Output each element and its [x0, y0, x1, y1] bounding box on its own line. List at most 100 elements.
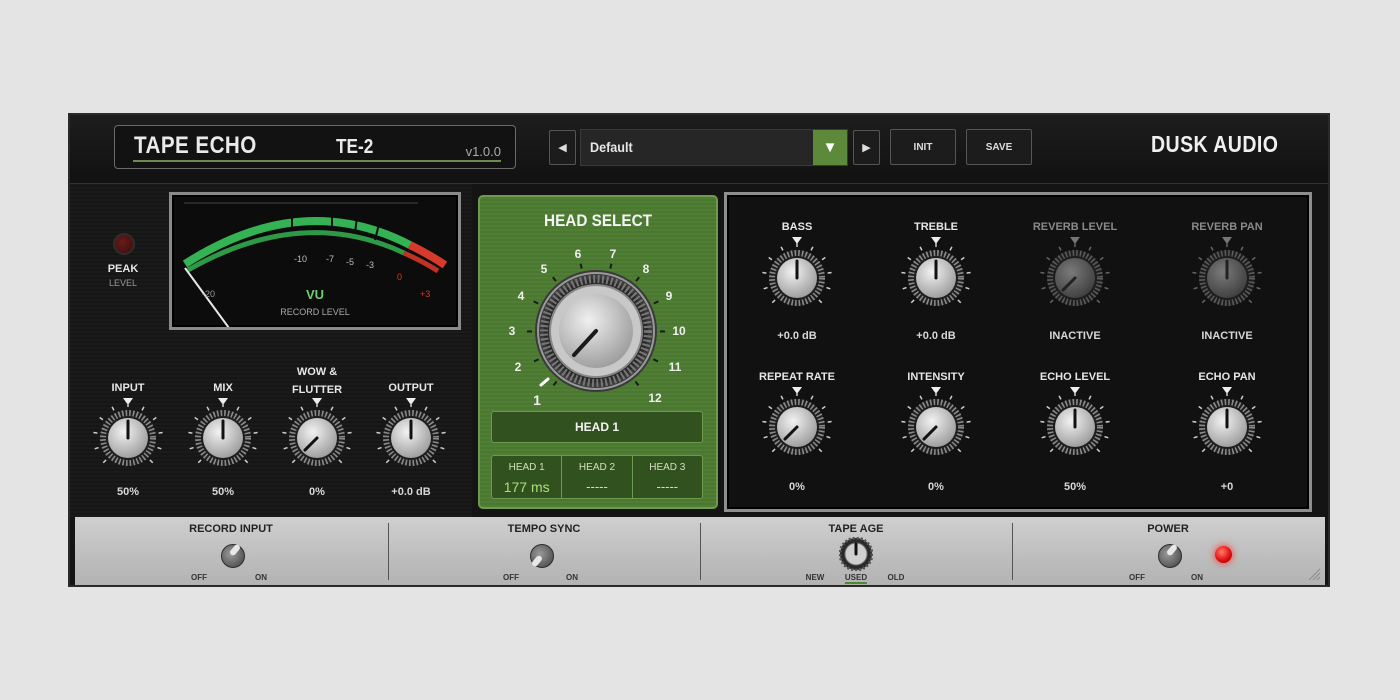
reverb-pan-knob[interactable]	[1191, 242, 1263, 314]
vu-subtitle: RECORD LEVEL	[280, 307, 350, 317]
echo-pan-value: +0	[1220, 481, 1234, 493]
selected-head-display: HEAD 1	[491, 411, 703, 443]
chevron-left-icon: ◀	[558, 142, 567, 154]
tone-echo-panel: BASS TREBLE REVERB LEVEL REVERB PAN +0.0…	[724, 192, 1312, 512]
head-time: -----	[656, 479, 679, 494]
input-knob[interactable]	[92, 402, 164, 474]
reverb-level-knob[interactable]	[1039, 242, 1111, 314]
vu-title: VU	[306, 287, 324, 302]
intensity-knob[interactable]	[900, 391, 972, 463]
divider	[388, 523, 389, 580]
echo-level-label: ECHO LEVEL	[1039, 371, 1111, 383]
head-time: -----	[586, 479, 608, 494]
bass-label: BASS	[781, 221, 813, 233]
treble-label: TREBLE	[914, 221, 958, 233]
divider	[700, 523, 701, 580]
tape-age-option[interactable]: OLD	[888, 573, 905, 582]
mix-label: MIX	[213, 382, 233, 394]
chevron-down-icon: ▼	[822, 139, 838, 156]
head-2-cell: HEAD 2 -----	[562, 456, 633, 498]
wow-flutter-knob[interactable]	[281, 402, 353, 474]
reverb-pan-value: INACTIVE	[1201, 330, 1253, 342]
input-label: INPUT	[111, 382, 145, 394]
bass-knob[interactable]	[761, 242, 833, 314]
version-label: v1.0.0	[465, 144, 501, 159]
on-label: ON	[255, 573, 267, 582]
wow-flutter-label: WOW &	[296, 366, 338, 378]
tape-age-option[interactable]: NEW	[806, 573, 825, 582]
tempo-sync-label: TEMPO SYNC	[507, 523, 581, 535]
off-label: OFF	[503, 573, 519, 582]
output-knob[interactable]	[375, 402, 447, 474]
reverb-level-value: INACTIVE	[1049, 330, 1101, 342]
head-1-cell: HEAD 1 177 ms	[492, 456, 563, 498]
vu-scale-label: -3	[366, 260, 374, 270]
intensity-value: 0%	[928, 481, 944, 493]
head-name: HEAD 3	[649, 462, 686, 473]
mix-value: 50%	[211, 486, 235, 498]
brand-logo: DUSK AUDIO	[1151, 131, 1279, 157]
dropdown-button[interactable]: ▼	[813, 130, 847, 165]
vu-meter-face: -20 -10 -7 -5 -3 0 +3 VU RECORD LEVEL	[182, 202, 448, 329]
head-3-cell: HEAD 3 -----	[633, 456, 702, 498]
record-input-label: RECORD INPUT	[189, 523, 273, 535]
preset-selector[interactable]: Default ▼	[580, 129, 848, 166]
head-times-table: HEAD 1 177 ms HEAD 2 ----- HEAD 3 -----	[491, 455, 703, 499]
off-label: OFF	[191, 573, 207, 582]
peak-sublabel: LEVEL	[108, 278, 138, 288]
vu-scale-label: -7	[326, 254, 334, 264]
plugin-name: TAPE ECHO	[134, 132, 257, 159]
title-underline	[133, 160, 501, 162]
input-value: 50%	[116, 486, 140, 498]
tape-age-label: TAPE AGE	[828, 523, 884, 535]
init-button[interactable]: INIT	[890, 129, 956, 165]
output-value: +0.0 dB	[391, 486, 431, 498]
tape-age-option-selected[interactable]: USED	[844, 573, 868, 584]
reverb-pan-label: REVERB PAN	[1191, 221, 1263, 233]
wow-flutter-value: 0%	[309, 486, 325, 498]
on-label: ON	[1191, 573, 1203, 582]
model-name: TE-2	[336, 136, 374, 158]
wow-flutter-label-line2: FLUTTER	[291, 384, 343, 396]
peak-led	[113, 233, 135, 255]
next-preset-button[interactable]: ▶	[853, 130, 880, 165]
tape-echo-plugin: TAPE ECHO TE-2 v1.0.0 ◀ Default ▼ ▶ INIT…	[70, 115, 1328, 585]
input-section: PEAK LEVEL -20 -10 -7 -5 -3 0 +3 VU RECO…	[70, 184, 472, 517]
treble-value: +0.0 dB	[916, 330, 956, 342]
echo-level-value: 50%	[1063, 481, 1087, 493]
head-select-panel: HEAD SELECT 1 2 3 4 5 6 7 8 9 10 11 12 H…	[478, 195, 718, 509]
vu-scale-label: +3	[420, 289, 430, 299]
resize-grip-icon[interactable]	[1307, 567, 1321, 581]
echo-level-knob[interactable]	[1039, 391, 1111, 463]
intensity-label: INTENSITY	[907, 371, 965, 383]
head-select-knob[interactable]	[480, 197, 716, 411]
vu-scale-label: 0	[397, 272, 402, 282]
repeat-rate-label: REPEAT RATE	[759, 371, 835, 383]
power-toggle[interactable]	[1158, 544, 1182, 568]
off-label: OFF	[1129, 573, 1145, 582]
echo-pan-label: ECHO PAN	[1198, 371, 1256, 383]
repeat-rate-value: 0%	[789, 481, 805, 493]
vu-scale-label: -10	[294, 254, 307, 264]
peak-label: PEAK	[107, 263, 139, 275]
title-box: TAPE ECHO TE-2 v1.0.0	[114, 125, 516, 169]
prev-preset-button[interactable]: ◀	[549, 130, 576, 165]
reverb-level-label: REVERB LEVEL	[1032, 221, 1118, 233]
power-label: POWER	[1147, 523, 1189, 535]
save-button[interactable]: SAVE	[966, 129, 1032, 165]
mix-knob[interactable]	[187, 402, 259, 474]
echo-pan-knob[interactable]	[1191, 391, 1263, 463]
record-input-toggle[interactable]	[221, 544, 245, 568]
head-name: HEAD 2	[578, 462, 616, 473]
head-name: HEAD 1	[508, 462, 545, 473]
repeat-rate-knob[interactable]	[761, 391, 833, 463]
chevron-right-icon: ▶	[862, 142, 871, 154]
vu-scale-label: -5	[346, 257, 354, 267]
output-label: OUTPUT	[388, 382, 434, 394]
preset-name: Default	[590, 139, 633, 155]
tape-age-knob[interactable]	[839, 537, 873, 571]
power-led	[1215, 546, 1232, 563]
head-time: 177 ms	[503, 479, 550, 495]
treble-knob[interactable]	[900, 242, 972, 314]
tempo-sync-toggle[interactable]	[530, 544, 554, 568]
